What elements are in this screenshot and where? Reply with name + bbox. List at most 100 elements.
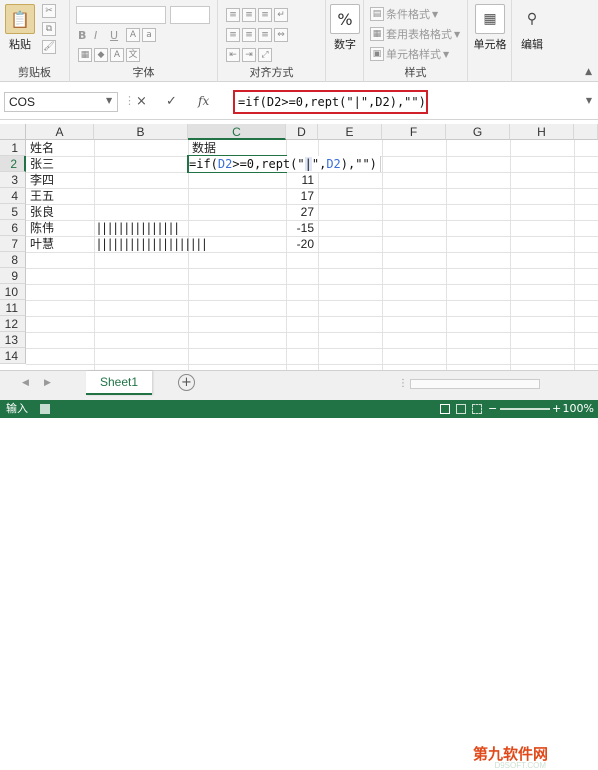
column-header-h[interactable]: H [510, 124, 574, 140]
column-header-d[interactable]: D [286, 124, 318, 140]
page-layout-icon[interactable] [456, 404, 466, 414]
page-break-icon[interactable] [472, 404, 482, 414]
align-right-icon[interactable]: ≡ [258, 28, 272, 42]
zoom-slider[interactable] [500, 408, 550, 410]
number-format-button[interactable]: % 数字 [329, 4, 361, 52]
cell-styles-button[interactable]: ▣ 单元格样式 ▼ [370, 46, 449, 62]
conditional-format-button[interactable]: ▤ 条件格式 ▼ [370, 6, 438, 22]
row-header[interactable]: 13 [0, 332, 26, 348]
row-header[interactable]: 11 [0, 300, 26, 316]
add-sheet-button[interactable]: + [178, 374, 195, 391]
align-center-icon[interactable]: ≡ [242, 28, 256, 42]
normal-view-icon[interactable] [440, 404, 450, 414]
scroll-left-icon[interactable]: ◀ [22, 378, 29, 388]
name-box-dropdown-icon[interactable]: ▼ [106, 96, 112, 105]
zoom-out-icon[interactable]: − [488, 400, 497, 418]
cell-d7[interactable]: -20 [286, 236, 318, 252]
align-bottom-icon[interactable]: ≡ [258, 8, 272, 22]
cell-a5[interactable]: 张良 [30, 204, 54, 220]
row-header[interactable]: 10 [0, 284, 26, 300]
row-header[interactable]: 5 [0, 204, 26, 220]
row-header[interactable]: 8 [0, 252, 26, 268]
horizontal-scrollbar[interactable] [410, 379, 540, 389]
phonetic-icon[interactable]: 文 [126, 48, 140, 62]
row-header[interactable]: 1 [0, 140, 26, 156]
zoom-level[interactable]: 100% [563, 400, 594, 418]
column-header-i[interactable] [574, 124, 598, 140]
expand-formula-icon[interactable]: ▼ [586, 96, 592, 105]
cell-a1[interactable]: 姓名 [30, 140, 54, 156]
column-header-g[interactable]: G [446, 124, 510, 140]
wrap-text-icon[interactable]: ↵ [274, 8, 288, 22]
cell-a3[interactable]: 李四 [30, 172, 54, 188]
cell-d5[interactable]: 27 [286, 204, 318, 220]
indent-decrease-icon[interactable]: ⇤ [226, 48, 240, 62]
cell-d6[interactable]: -15 [286, 220, 318, 236]
select-all-corner[interactable] [0, 124, 26, 140]
cells-button[interactable]: ▦ 单元格 [470, 4, 510, 52]
column-header-a[interactable]: A [26, 124, 94, 140]
font-size-combo[interactable] [170, 6, 210, 24]
border-icon[interactable]: ▦ [78, 48, 92, 62]
column-header-f[interactable]: F [382, 124, 446, 140]
cell-a6[interactable]: 陈伟 [30, 220, 54, 236]
formula-input[interactable]: =if(D2>=0,rept("|",D2),"") [233, 90, 428, 114]
name-box[interactable]: COS [4, 92, 118, 112]
row-header[interactable]: 2 [0, 156, 26, 172]
bold-button[interactable]: B [78, 29, 92, 42]
merge-center-icon[interactable]: ⇔ [274, 28, 288, 42]
italic-button[interactable]: I [94, 29, 108, 42]
row-header[interactable]: 14 [0, 348, 26, 364]
tab-split-handle-icon[interactable]: ⋮ [398, 378, 408, 389]
fill-color-icon[interactable]: ◆ [94, 48, 108, 62]
column-header-e[interactable]: E [318, 124, 382, 140]
underline-button[interactable]: U [110, 29, 124, 42]
format-painter-icon[interactable]: 🖌 [42, 40, 56, 54]
font-color-icon[interactable]: A [110, 48, 124, 62]
align-top-icon[interactable]: ≡ [226, 8, 240, 22]
cancel-icon[interactable]: × [136, 94, 147, 109]
row-header[interactable]: 7 [0, 236, 26, 252]
orientation-icon[interactable]: ⤢ [258, 48, 272, 62]
formula-part: >=0,rept( [232, 157, 298, 171]
cut-icon[interactable]: ✂ [42, 4, 56, 18]
align-left-icon[interactable]: ≡ [226, 28, 240, 42]
cell-b7[interactable]: |||||||||||||||||||| [97, 236, 208, 252]
scroll-right-icon[interactable]: ▶ [44, 378, 51, 388]
font-shrink-icon[interactable]: a [142, 28, 156, 42]
row-header[interactable]: 4 [0, 188, 26, 204]
row-header[interactable]: 6 [0, 220, 26, 236]
collapse-ribbon-icon[interactable]: ▲ [585, 67, 592, 77]
chevron-down-icon: ▼ [432, 9, 439, 19]
paste-button[interactable]: 📋 粘贴 [4, 4, 36, 52]
column-header-b[interactable]: B [94, 124, 188, 140]
cell-b6[interactable]: ||||||||||||||| [97, 220, 180, 236]
font-name-combo[interactable] [76, 6, 166, 24]
enter-icon[interactable]: ✓ [166, 94, 177, 109]
cells-group: ▦ 单元格 [468, 0, 512, 82]
align-middle-icon[interactable]: ≡ [242, 8, 256, 22]
cell-c1[interactable]: 数据 [192, 140, 216, 156]
row-header[interactable]: 12 [0, 316, 26, 332]
record-macro-icon[interactable] [40, 404, 50, 414]
gridline [26, 284, 598, 285]
indent-increase-icon[interactable]: ⇥ [242, 48, 256, 62]
font-color-row: ▦ ◆ A 文 [78, 48, 140, 62]
insert-function-button[interactable]: fx [198, 94, 209, 108]
sheet-tab-sheet1[interactable]: Sheet1 [86, 371, 152, 395]
copy-icon[interactable]: ⧉ [42, 22, 56, 36]
cell-c2-editor[interactable]: =if(D2>=0,rept("|",D2),"") [189, 156, 381, 172]
row-header[interactable]: 3 [0, 172, 26, 188]
cell-a4[interactable]: 王五 [30, 188, 54, 204]
cell-a2[interactable]: 张三 [30, 156, 54, 172]
align-row-1: ≡ ≡ ≡ ↵ [226, 8, 288, 22]
column-header-c[interactable]: C [188, 124, 286, 140]
table-format-button[interactable]: ▦ 套用表格格式 ▼ [370, 26, 460, 42]
zoom-in-icon[interactable]: + [552, 400, 561, 418]
font-grow-icon[interactable]: A [126, 28, 140, 42]
cell-d3[interactable]: 11 [286, 172, 318, 188]
row-header[interactable]: 9 [0, 268, 26, 284]
editing-button[interactable]: ⚲ 编辑 [515, 4, 549, 52]
cell-a7[interactable]: 叶慧 [30, 236, 54, 252]
cell-d4[interactable]: 17 [286, 188, 318, 204]
